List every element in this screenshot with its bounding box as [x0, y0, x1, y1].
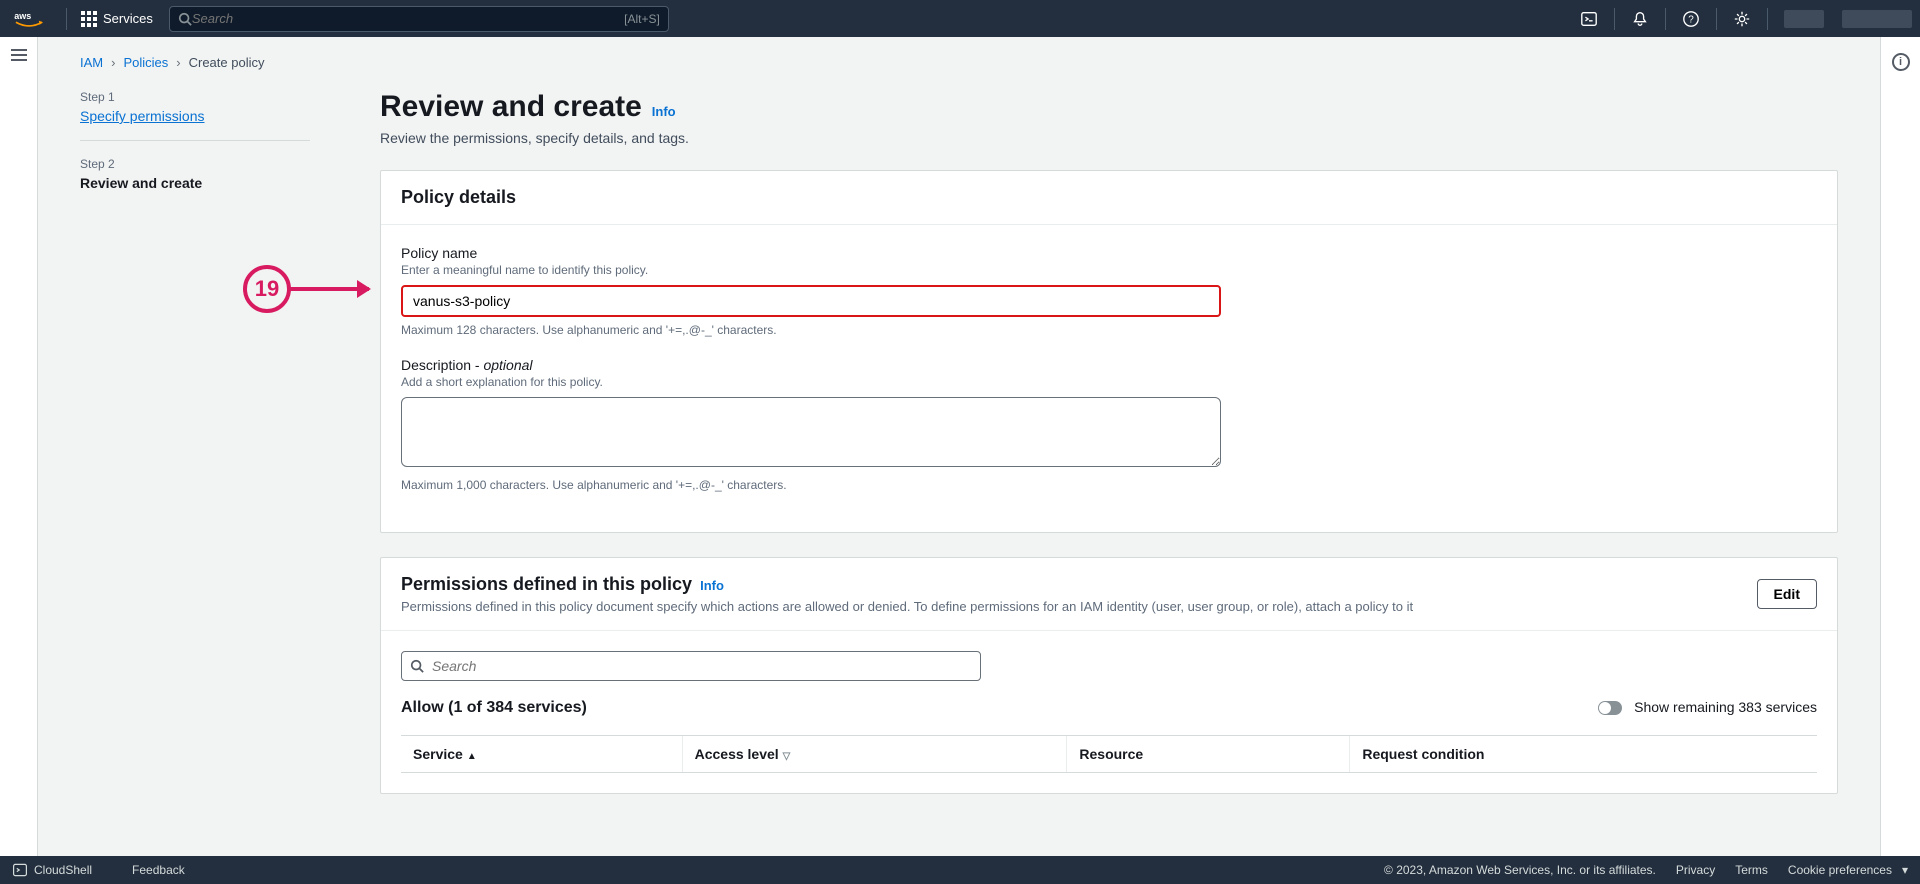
cloudshell-icon [12, 862, 28, 878]
step2-label: Review and create [80, 175, 310, 191]
permissions-panel: Permissions defined in this policy Info … [380, 557, 1838, 794]
col-condition[interactable]: Request condition [1350, 736, 1817, 773]
cloudshell-label: CloudShell [34, 863, 92, 877]
page-subtitle: Review the permissions, specify details,… [380, 130, 1838, 146]
policy-desc-label: Description - optional [401, 357, 1817, 373]
svg-text:?: ? [1688, 14, 1694, 25]
step1-link[interactable]: Specify permissions [80, 108, 205, 124]
permissions-search[interactable] [401, 651, 981, 681]
search-shortcut-hint: [Alt+S] [624, 12, 660, 26]
policy-desc-textarea[interactable] [401, 397, 1221, 467]
footer: CloudShell Feedback © 2023, Amazon Web S… [0, 856, 1920, 884]
policy-name-constraint: Maximum 128 characters. Use alphanumeric… [401, 323, 1817, 337]
cloudshell-button[interactable]: CloudShell [12, 862, 92, 878]
cloudshell-icon[interactable] [1572, 0, 1606, 37]
show-remaining-toggle[interactable] [1598, 701, 1622, 715]
top-right-icons: ? [1572, 0, 1912, 37]
svg-text:aws: aws [14, 11, 31, 21]
permissions-title: Permissions defined in this policy [401, 574, 692, 595]
policy-name-help: Enter a meaningful name to identify this… [401, 263, 1817, 277]
policy-details-title: Policy details [401, 187, 516, 208]
cookie-link[interactable]: Cookie preferences [1788, 863, 1892, 877]
help-rail: i [1880, 37, 1920, 856]
permissions-search-input[interactable] [432, 658, 972, 674]
separator [66, 8, 67, 30]
sort-icon: ▽ [783, 751, 791, 762]
step-divider [80, 140, 310, 141]
feedback-link[interactable]: Feedback [132, 863, 185, 877]
col-access-level[interactable]: Access level▽ [682, 736, 1067, 773]
breadcrumb-current: Create policy [189, 55, 265, 70]
account-menu[interactable] [1842, 10, 1912, 28]
col-service[interactable]: Service▲ [401, 736, 682, 773]
edit-button[interactable]: Edit [1757, 579, 1817, 609]
page-info-link[interactable]: Info [652, 104, 676, 119]
step2-tag: Step 2 [80, 157, 310, 171]
policy-name-input[interactable] [401, 285, 1221, 317]
page-title: Review and create [380, 90, 642, 124]
region-selector[interactable] [1784, 10, 1824, 28]
policy-desc-constraint: Maximum 1,000 characters. Use alphanumer… [401, 478, 1817, 492]
allow-summary: Allow (1 of 384 services) [401, 699, 587, 717]
permissions-table: Service▲ Access level▽ Resource Request … [401, 735, 1817, 773]
main-content: Review and create Info Review the permis… [380, 90, 1838, 818]
breadcrumb: IAM › Policies › Create policy [80, 55, 1838, 70]
global-search[interactable]: [Alt+S] [169, 6, 669, 32]
breadcrumb-iam[interactable]: IAM [80, 55, 103, 70]
permissions-desc: Permissions defined in this policy docum… [401, 599, 1413, 614]
notifications-icon[interactable] [1623, 0, 1657, 37]
sort-asc-icon: ▲ [467, 751, 477, 762]
wizard-steps: Step 1 Specify permissions Step 2 Review… [80, 90, 310, 818]
settings-icon[interactable] [1725, 0, 1759, 37]
chevron-right-icon: › [111, 55, 115, 70]
policy-desc-help: Add a short explanation for this policy. [401, 375, 1817, 389]
top-nav: aws Services [Alt+S] ? [0, 0, 1920, 37]
permissions-info-link[interactable]: Info [700, 578, 724, 593]
search-icon [178, 12, 192, 26]
step1-tag: Step 1 [80, 90, 310, 104]
services-label: Services [103, 11, 153, 26]
info-icon[interactable]: i [1892, 53, 1910, 71]
show-remaining-label: Show remaining 383 services [1634, 699, 1817, 715]
help-icon[interactable]: ? [1674, 0, 1708, 37]
left-rail [0, 37, 38, 856]
global-search-input[interactable] [192, 11, 624, 26]
grid-icon [81, 11, 97, 27]
privacy-link[interactable]: Privacy [1676, 863, 1715, 877]
copyright: © 2023, Amazon Web Services, Inc. or its… [1384, 863, 1656, 877]
services-menu[interactable]: Services [75, 11, 159, 27]
aws-logo[interactable]: aws [14, 10, 44, 28]
breadcrumb-policies[interactable]: Policies [123, 55, 168, 70]
chevron-right-icon: › [176, 55, 180, 70]
policy-details-panel: Policy details Policy name Enter a meani… [380, 170, 1838, 533]
content-area: IAM › Policies › Create policy Step 1 Sp… [38, 37, 1880, 856]
policy-name-label: Policy name [401, 245, 1817, 261]
hamburger-icon[interactable] [11, 49, 27, 61]
terms-link[interactable]: Terms [1735, 863, 1768, 877]
search-icon [410, 659, 424, 673]
app-body: IAM › Policies › Create policy Step 1 Sp… [0, 37, 1920, 856]
col-resource[interactable]: Resource [1067, 736, 1350, 773]
show-remaining-toggle-row: Show remaining 383 services [1598, 699, 1817, 717]
chevron-down-icon[interactable]: ▾ [1902, 863, 1908, 877]
